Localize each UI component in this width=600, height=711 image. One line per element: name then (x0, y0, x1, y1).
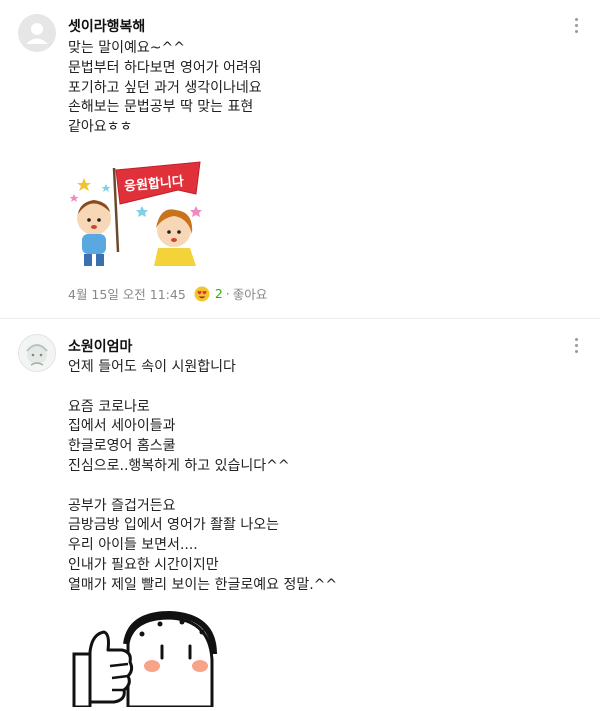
comment-timestamp: 4월 15일 오전 11:45 (68, 287, 186, 302)
like-button[interactable]: 좋아요 (233, 284, 268, 303)
comment-meta: 4월 15일 오전 11:45 2 · 좋아요 (68, 284, 267, 303)
meta-separator: · (225, 286, 230, 301)
comment-text: 언제 들어도 속이 시원합니다 요즘 코로나로 집에서 세아이들과 한글로영어 … (68, 359, 338, 593)
more-vertical-icon[interactable] (572, 338, 580, 356)
comment-author[interactable]: 소원이엄마 (68, 336, 132, 356)
heart-eyes-emoji-icon[interactable] (194, 286, 210, 302)
cheer-sticker: 응원합니다 (69, 154, 210, 274)
more-vertical-icon[interactable] (572, 18, 580, 36)
user-avatar-icon[interactable] (18, 334, 56, 372)
comment-text: 맞는 말이예요~^^ 문법부터 하다보면 영어가 어려워 포기하고 싶던 과거 … (68, 40, 262, 136)
default-avatar-icon[interactable] (18, 14, 56, 52)
comment-divider (0, 318, 600, 319)
thumbs-up-sticker (70, 604, 220, 709)
reaction-count[interactable]: 2 (215, 286, 223, 301)
